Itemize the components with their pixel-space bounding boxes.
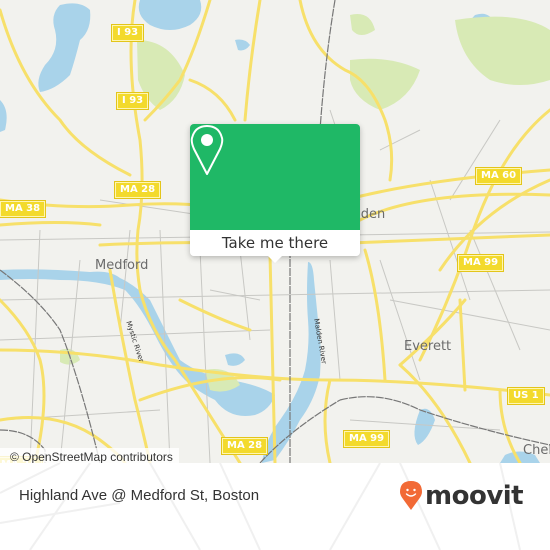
stop-title: Highland Ave @ Medford St, Boston (19, 487, 260, 504)
route-shield-ma38: MA 38 (0, 200, 47, 218)
place-label-everett: Everett (404, 339, 452, 354)
moovit-pin-icon (400, 481, 422, 510)
moovit-logo[interactable]: moovit (400, 481, 524, 511)
popup-header (190, 124, 360, 230)
route-shield-ma28: MA 28 (113, 181, 162, 199)
map-pin-icon (190, 125, 224, 175)
map[interactable]: I 93 I 93 MA 28 MA 38 MA 60 MA 99 MA 28 … (0, 0, 550, 463)
footer: Highland Ave @ Medford St, Boston moovit (0, 463, 550, 550)
place-label-medford: Medford (95, 258, 149, 273)
popup-tail (268, 256, 282, 263)
map-attribution[interactable]: © OpenStreetMap contributors (0, 448, 179, 463)
route-shield-us1: US 1 (507, 387, 545, 405)
route-shield-ma60: MA 60 (474, 167, 523, 185)
route-shield-ma99: MA 99 (456, 254, 505, 272)
route-shield-ma28: MA 28 (220, 437, 269, 455)
moovit-wordmark: moovit (425, 481, 524, 511)
route-shield-i93: I 93 (110, 24, 145, 42)
destination-popup: Take me there (190, 124, 360, 263)
take-me-there-button[interactable]: Take me there (190, 230, 360, 256)
place-label-chelsea: Chelsea (523, 443, 550, 458)
route-shield-i93: I 93 (115, 92, 150, 110)
route-shield-ma99: MA 99 (342, 430, 391, 448)
